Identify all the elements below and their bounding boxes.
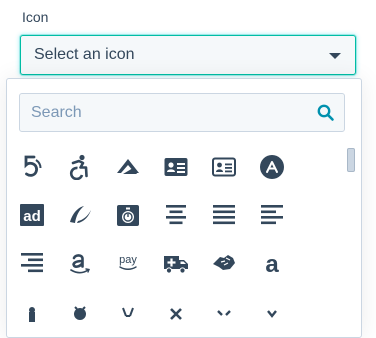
search-placeholder: Search (31, 104, 82, 121)
svg-text:ad: ad (23, 208, 41, 225)
partial-icon-5[interactable] (204, 291, 244, 331)
chevron-down-icon[interactable] (329, 53, 341, 59)
american-sign-language-icon[interactable] (204, 243, 244, 283)
align-right-icon[interactable] (12, 243, 52, 283)
icon-field-label: Icon (22, 9, 49, 25)
icon-select[interactable]: Select an icon (20, 35, 356, 75)
partial-icon-2[interactable] (60, 291, 100, 331)
select-value: Select an icon (34, 46, 135, 63)
address-card-outline-icon[interactable] (204, 147, 244, 187)
svg-text:pay: pay (119, 254, 137, 266)
align-center-icon[interactable] (156, 195, 196, 235)
dropdown-scrollbar[interactable] (347, 147, 355, 337)
ambulance-icon[interactable] (156, 243, 196, 283)
icon-dropdown-panel: Search ad pay a (6, 78, 362, 338)
svg-text:a: a (265, 251, 279, 276)
app-store-circle-icon[interactable] (252, 147, 292, 187)
500px-icon[interactable] (12, 147, 52, 187)
stopwatch-icon[interactable] (108, 195, 148, 235)
align-justify-icon[interactable] (204, 195, 244, 235)
amazon-pay-icon[interactable]: pay (108, 243, 148, 283)
accessible-icon[interactable] (60, 147, 100, 187)
address-card-icon[interactable] (156, 147, 196, 187)
amazon-icon[interactable] (60, 243, 100, 283)
scrollbar-thumb[interactable] (347, 148, 355, 172)
partial-icon-6[interactable] (252, 291, 292, 331)
accusoft-icon[interactable] (108, 147, 148, 187)
partial-icon-4[interactable] (156, 291, 196, 331)
search-icon[interactable] (316, 103, 336, 123)
partial-icon-1[interactable] (12, 291, 52, 331)
adversal-icon[interactable]: ad (12, 195, 52, 235)
partial-icon-3[interactable] (108, 291, 148, 331)
amilia-icon[interactable]: a (252, 243, 292, 283)
search-input[interactable]: Search (19, 93, 345, 132)
align-left-icon[interactable] (252, 195, 292, 235)
affiliatetheme-icon[interactable] (60, 195, 100, 235)
